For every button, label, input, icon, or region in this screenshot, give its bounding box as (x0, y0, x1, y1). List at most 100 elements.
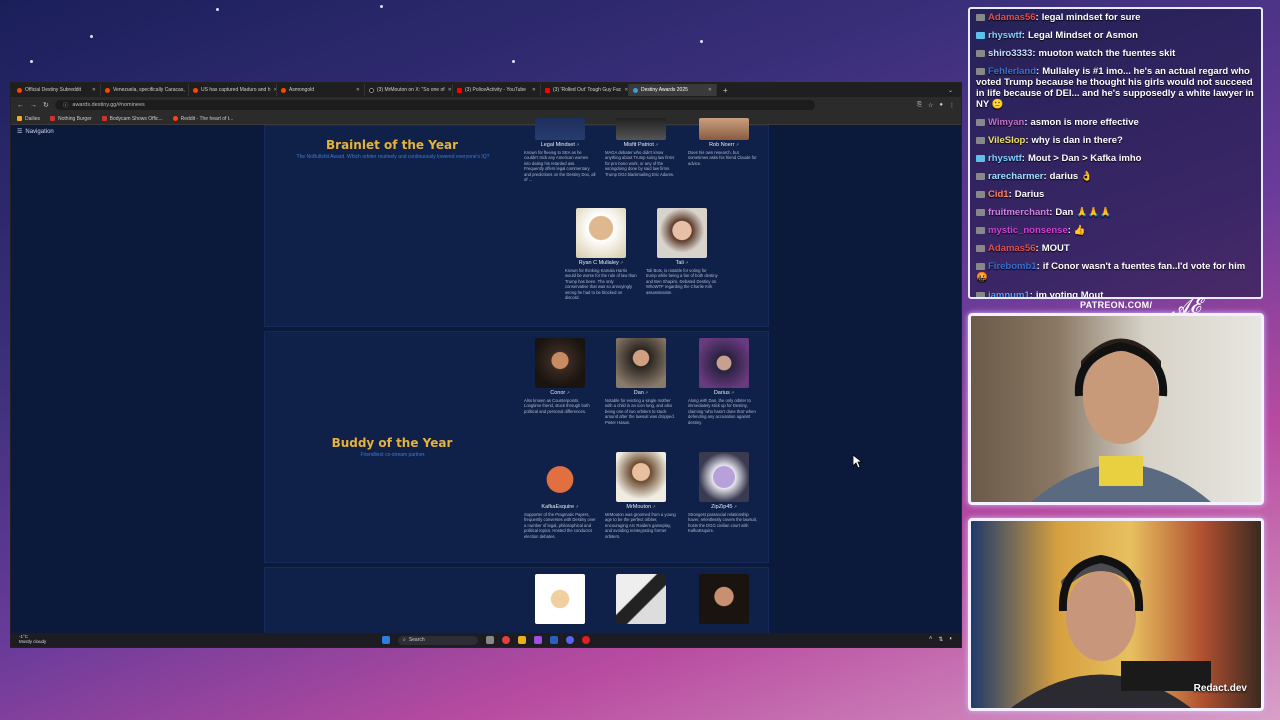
nominee-next-3[interactable] (684, 574, 764, 624)
youtube-icon (457, 87, 462, 93)
nominee-darius[interactable]: Darius Along with Dan, the only orbiter … (684, 338, 764, 425)
obs-icon[interactable] (582, 636, 590, 644)
chat-username[interactable]: shiro3333 (988, 48, 1032, 59)
nominee-photo (535, 118, 585, 140)
chat-separator: : (1049, 207, 1053, 218)
tab-maduro[interactable]: US has captured Maduro and h✕ (189, 84, 277, 96)
chat-badge-icon (976, 31, 985, 39)
network-icon[interactable]: ⇅ (938, 636, 943, 643)
reddit-icon (281, 87, 286, 93)
chat-separator: : (1036, 261, 1040, 272)
tab-destiny-awards[interactable]: Destiny Awards 2025 ✕ (629, 84, 717, 96)
navigation-label: Navigation (25, 128, 54, 135)
share-icon[interactable]: ⎘ (917, 102, 922, 109)
weather-widget[interactable]: -1°C Mostly cloudy (19, 634, 46, 644)
chat-username[interactable]: Fehlerland (988, 66, 1036, 77)
new-tab-button[interactable]: + (717, 86, 734, 95)
chat-message: Wimyan: asmon is more effective (976, 117, 1255, 128)
nominee-legal-mindset[interactable]: Legal Mindset Known for fleeing to SEA a… (520, 118, 600, 182)
bookmark-nothing-burger[interactable]: Nothing Burger (50, 116, 92, 122)
chat-username[interactable]: Adamas56 (988, 12, 1036, 23)
chat-text: muoton watch the fuentes skit (1038, 48, 1176, 59)
close-icon[interactable]: ✕ (532, 87, 536, 93)
chat-separator: : (1008, 189, 1012, 200)
chat-username[interactable]: Wimyan (988, 117, 1024, 128)
chat-username[interactable]: Cid1 (988, 189, 1009, 200)
nominee-tali[interactable]: Tali Tali Bots, is notable for voting fo… (642, 208, 722, 295)
reload-icon[interactable]: ↻ (43, 101, 49, 109)
chat-separator: : (1021, 30, 1025, 41)
x-icon (369, 87, 374, 93)
nominee-name: Conor (520, 390, 600, 396)
chat-text: 👍 (1073, 225, 1086, 236)
address-bar[interactable]: ⓘ awards.destiny.gg/#nominees (54, 100, 815, 110)
chat-username[interactable]: mystic_nonsense (988, 225, 1068, 236)
bookmark-dailies[interactable]: Dailies (17, 116, 40, 122)
discord-icon[interactable] (566, 636, 574, 644)
nominee-name: Misfit Patriot (601, 142, 681, 148)
navigation-toggle[interactable]: ☰ Navigation (17, 128, 54, 136)
chevron-up-icon[interactable]: ˄ (929, 636, 933, 643)
youtube-icon (101, 116, 107, 121)
tab-mrmouton-x[interactable]: (3) MrMouton on X: "So one of ✕ (365, 84, 453, 96)
browser-toolbar: ← → ↻ ⓘ awards.destiny.gg/#nominees ⎘ ☆ … (11, 97, 961, 113)
chat-username[interactable]: fruitmerchant (988, 207, 1049, 218)
chrome-icon[interactable] (502, 636, 510, 644)
chat-username[interactable]: iamnum1 (988, 290, 1030, 297)
close-icon[interactable]: ✕ (708, 87, 712, 93)
nominee-next-2[interactable] (601, 574, 681, 624)
task-view-icon[interactable] (486, 636, 494, 644)
chat-message: Firebomb1: if Conor wasn't a fuentes fan.… (976, 261, 1255, 283)
star-icon[interactable]: ☆ (928, 102, 933, 109)
nominee-misfit-patriot[interactable]: Misfit Patriot MAGA debater who didn't k… (601, 118, 681, 177)
bookmark-label: Dailies (25, 115, 41, 122)
star (380, 5, 383, 8)
nominee-description: Supporter of the Pragmatic Papers, frequ… (524, 512, 596, 539)
close-icon[interactable]: ✕ (356, 87, 360, 93)
chat-username[interactable]: rhyswtf (988, 30, 1022, 41)
taskbar-search[interactable]: ⌕ Search (398, 635, 478, 645)
chat-badge-icon (976, 244, 985, 252)
chevron-down-icon[interactable]: ⌄ (948, 87, 961, 94)
close-icon[interactable]: ✕ (624, 87, 628, 93)
tab-asmongold[interactable]: Asmongold ✕ (277, 84, 365, 96)
chat-message: fruitmerchant: Dan 🙏🙏🙏 (976, 207, 1255, 218)
bookmark-bodycam[interactable]: Bodycam Shows Offic... (101, 116, 163, 122)
chat-badge-icon (976, 118, 985, 126)
bookmark-reddit[interactable]: Reddit - The heart of t... (172, 116, 233, 122)
close-icon[interactable]: ✕ (92, 87, 96, 93)
chat-text: im voting Mout (1035, 290, 1104, 299)
chat-username[interactable]: rhyswtf (988, 153, 1022, 164)
app-icon[interactable] (534, 636, 542, 644)
nominee-zipzip45[interactable]: ZipZip45 Strongest parasocial relationsh… (684, 452, 764, 534)
close-icon[interactable]: ✕ (448, 87, 452, 93)
chat-username[interactable]: Firebomb1 (988, 261, 1037, 272)
profile-icon[interactable]: ● (939, 102, 943, 109)
back-icon[interactable]: ← (17, 102, 24, 109)
nominee-ryan-c-mullaley[interactable]: Ryan C Mullaley Known for thinking Kamal… (561, 208, 641, 300)
nominee-kafkaesquire[interactable]: KafkaEsquire Supporter of the Pragmatic … (520, 452, 600, 539)
nominee-rob-noerr[interactable]: Rob Noerr Does his own research, but som… (684, 118, 764, 166)
nominee-dan[interactable]: Dan Notable for evicting a single mother… (601, 338, 681, 425)
nominee-conor[interactable]: Conor Also known as Counterpoints. Longt… (520, 338, 600, 414)
site-info-icon[interactable]: ⓘ (63, 101, 69, 109)
forward-icon[interactable]: → (30, 102, 37, 109)
volume-icon[interactable]: ◐ (949, 636, 953, 643)
chat-username[interactable]: rarecharmer (988, 171, 1043, 182)
windows-start-icon[interactable] (382, 636, 390, 644)
tab-label: Venezuela, specifically Caracas, (113, 87, 185, 93)
nominee-photo (535, 574, 585, 624)
tab-policeactivity[interactable]: (3) PoliceActivity - YouTube ✕ (453, 84, 541, 96)
tab-rolled-out[interactable]: (3) 'Rolled Out' Tough Guy Fac ✕ (541, 84, 629, 96)
nominee-next-1[interactable] (520, 574, 600, 624)
tab-venezuela[interactable]: Venezuela, specifically Caracas,✕ (101, 84, 189, 96)
chat-username[interactable]: VileSlop (988, 135, 1025, 146)
nominee-mrmouton[interactable]: MrMouton MrMouton was groomed from a you… (601, 452, 681, 539)
chat-separator: : (1067, 225, 1071, 236)
steam-icon[interactable] (550, 636, 558, 644)
file-explorer-icon[interactable] (518, 636, 526, 644)
tab-official-destiny-subreddit[interactable]: Official Destiny Subreddit ✕ (13, 84, 101, 96)
chat-username[interactable]: Adamas56 (988, 243, 1036, 254)
chat-badge-icon (976, 136, 985, 144)
menu-icon[interactable]: ⋮ (949, 102, 955, 109)
